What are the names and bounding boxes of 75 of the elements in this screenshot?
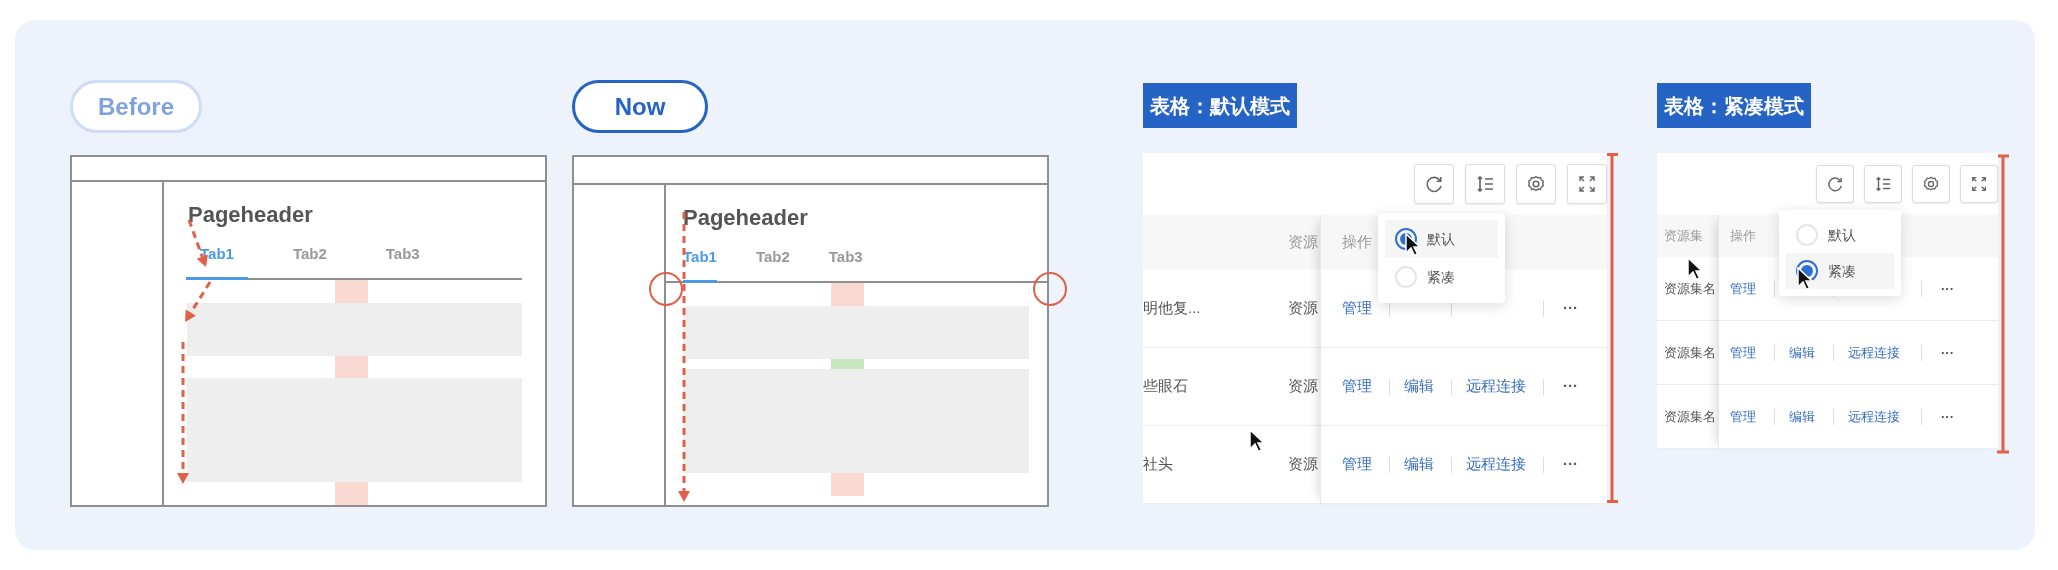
highlight-circle xyxy=(1033,272,1067,306)
action-link[interactable]: 编辑 xyxy=(1789,408,1815,424)
action-link[interactable]: 管理 xyxy=(1730,408,1756,424)
tab[interactable]: Tab2 xyxy=(278,242,341,280)
action-link[interactable]: 管理 xyxy=(1730,280,1756,296)
section-title: 表格：默认模式 xyxy=(1143,83,1297,128)
option-label: 紧凑 xyxy=(1427,267,1455,287)
table-cell-text: 资源集名 xyxy=(1664,279,1717,298)
toolbar-button[interactable] xyxy=(1414,164,1454,204)
column-header: 操作 xyxy=(1730,227,1756,246)
toolbar-button[interactable] xyxy=(1960,165,1998,203)
toolbar-button[interactable] xyxy=(1816,165,1854,203)
line-height-icon xyxy=(1874,175,1892,193)
action-link[interactable]: 编辑 xyxy=(1404,377,1434,395)
line-height-icon xyxy=(1475,174,1495,194)
table-cell-text: 资源 xyxy=(1288,454,1319,475)
table-cell-text: 资源集名 xyxy=(1664,407,1717,426)
action-link[interactable]: 远程连接 xyxy=(1466,455,1526,473)
more-button[interactable]: ··· xyxy=(1941,278,1954,299)
toolbar-button[interactable] xyxy=(1912,165,1950,203)
option-label: 紧凑 xyxy=(1828,261,1856,281)
option-label: 默认 xyxy=(1828,225,1856,245)
more-button[interactable]: ··· xyxy=(1563,297,1578,320)
column-header: 操作 xyxy=(1342,232,1372,253)
page-header-title: Pageheader xyxy=(187,202,314,228)
cursor-icon xyxy=(1405,233,1422,257)
settings-icon xyxy=(1526,174,1546,194)
fullscreen-icon xyxy=(1970,175,1988,193)
action-link[interactable]: 编辑 xyxy=(1789,344,1815,360)
fullscreen-icon xyxy=(1577,174,1597,194)
column-header: 资源 xyxy=(1288,232,1319,253)
table-cell: 些眼石 xyxy=(1143,377,1188,395)
column-header: 资源集 xyxy=(1664,227,1704,246)
action-link[interactable]: 远程连接 xyxy=(1848,344,1900,360)
more-button[interactable]: ··· xyxy=(1563,453,1578,476)
action-link[interactable]: 管理 xyxy=(1342,455,1372,473)
menu-option[interactable]: 紧凑 xyxy=(1786,253,1894,289)
menu-option[interactable]: 默认 xyxy=(1385,220,1498,258)
section-title: 表格：紧凑模式 xyxy=(1657,83,1811,128)
radio-button[interactable] xyxy=(1796,224,1818,246)
action-link[interactable]: 远程连接 xyxy=(1466,377,1526,395)
action-link[interactable]: 管理 xyxy=(1342,299,1372,317)
page-header-title: Pageheader xyxy=(682,205,809,231)
more-button[interactable]: ··· xyxy=(1941,406,1954,427)
highlight-circle xyxy=(649,272,683,306)
tab[interactable]: Tab1 xyxy=(683,245,717,283)
table-cell-text: 资源 xyxy=(1288,298,1319,319)
radio-button[interactable] xyxy=(1395,266,1417,288)
option-label: 默认 xyxy=(1427,229,1455,249)
table-cell: 明他复... xyxy=(1143,299,1201,317)
action-link[interactable]: 管理 xyxy=(1342,377,1372,395)
more-button[interactable]: ··· xyxy=(1941,342,1954,363)
version-label: Now xyxy=(572,80,708,133)
more-button[interactable]: ··· xyxy=(1563,375,1578,398)
tab[interactable]: Tab3 xyxy=(828,245,863,283)
action-link[interactable]: 编辑 xyxy=(1404,455,1434,473)
toolbar-button[interactable] xyxy=(1516,164,1556,204)
toolbar-button[interactable] xyxy=(1567,164,1607,204)
version-label: Before xyxy=(70,80,202,133)
cursor-icon xyxy=(1797,267,1814,291)
action-link[interactable]: 远程连接 xyxy=(1848,408,1900,424)
tab[interactable]: Tab3 xyxy=(371,242,434,280)
dashed-arrow xyxy=(185,281,212,322)
table-cell: 社头 xyxy=(1143,455,1173,473)
menu-option[interactable]: 默认 xyxy=(1786,217,1894,253)
toolbar-button[interactable] xyxy=(1864,165,1902,203)
table-cell-text: 资源 xyxy=(1288,376,1319,397)
tab[interactable]: Tab2 xyxy=(755,245,790,283)
action-link[interactable]: 管理 xyxy=(1730,344,1756,360)
menu-option[interactable]: 紧凑 xyxy=(1385,258,1498,296)
table-cell-text: 资源集名 xyxy=(1664,343,1717,362)
settings-icon xyxy=(1922,175,1940,193)
reload-icon xyxy=(1826,175,1844,193)
toolbar-button[interactable] xyxy=(1465,164,1505,204)
reload-icon xyxy=(1424,174,1444,194)
